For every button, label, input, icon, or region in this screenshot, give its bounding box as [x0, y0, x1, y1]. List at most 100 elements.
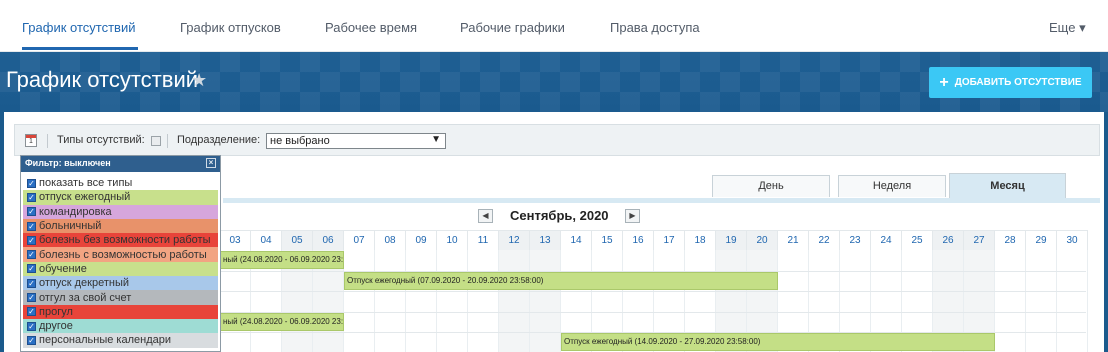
absence-type-label: больничный: [39, 220, 102, 233]
day-header[interactable]: 22: [809, 230, 840, 250]
day-column: [468, 250, 499, 352]
day-column: [499, 250, 530, 352]
absence-type-item[interactable]: ✓ больничный: [23, 218, 218, 234]
absence-type-label: прогул: [39, 305, 73, 318]
day-header[interactable]: 28: [995, 230, 1026, 250]
tab-week[interactable]: Неделя: [838, 175, 946, 197]
tab-work-schedules[interactable]: Рабочие графики: [460, 20, 565, 35]
filter-bar: 1 Типы отсутствий: Подразделение: не выб…: [14, 124, 1100, 156]
checkbox[interactable]: ✓: [27, 235, 36, 245]
day-header[interactable]: 05: [282, 230, 313, 250]
top-navigation: График отсутствий График отпусков Рабоче…: [0, 0, 1108, 52]
active-tab-underline: [22, 47, 138, 50]
filter-popup-header: Фильтр: выключен ×: [21, 156, 220, 172]
absence-type-item[interactable]: ✓ обучение: [23, 261, 218, 277]
absence-type-list: ✓ показать все типы ✓ отпуск ежегодный ✓ кома…: [21, 172, 220, 348]
absence-bar[interactable]: ный (24.08.2020 - 06.09.2020 23:58:00): [220, 251, 344, 269]
absence-type-item[interactable]: ✓ болезнь с возможностью работы: [23, 247, 218, 262]
absence-bar[interactable]: Отпуск ежегодный (14.09.2020 - 27.09.202…: [561, 333, 995, 351]
month-navigation: ◀ Сентябрь, 2020 ▶: [478, 208, 640, 225]
absence-bar[interactable]: ный (24.08.2020 - 06.09.2020 23:58:00): [220, 312, 344, 331]
absence-type-label: отгул за свой счет: [39, 291, 132, 304]
tab-absence-chart[interactable]: График отсутствий: [22, 20, 135, 35]
absence-type-item[interactable]: ✓ прогул: [23, 304, 218, 319]
add-absence-label: ДОБАВИТЬ ОТСУТСТВИЕ: [954, 77, 1082, 88]
absence-type-label: болезнь с возможностью работы: [39, 248, 207, 261]
star-icon[interactable]: ★: [191, 70, 207, 91]
checkbox[interactable]: ✓: [27, 307, 36, 317]
tab-work-time[interactable]: Рабочее время: [325, 20, 417, 35]
absence-type-item[interactable]: ✓ отпуск ежегодный: [23, 190, 218, 205]
day-header[interactable]: 23: [840, 230, 871, 250]
divider: [167, 134, 168, 148]
checkbox[interactable]: ✓: [27, 192, 36, 202]
day-column: [995, 250, 1026, 352]
day-header[interactable]: 06: [313, 230, 344, 250]
day-header[interactable]: 09: [406, 230, 437, 250]
checkbox[interactable]: ✓: [27, 250, 36, 260]
day-header[interactable]: 04: [251, 230, 282, 250]
day-header[interactable]: 27: [964, 230, 995, 250]
absence-type-item[interactable]: ✓ персональные календари: [23, 333, 218, 348]
chevron-down-icon: ▼: [431, 134, 441, 145]
absence-type-item[interactable]: ✓ другое: [23, 318, 218, 334]
absence-type-item[interactable]: ✓ показать все типы: [23, 176, 218, 191]
day-header[interactable]: 16: [623, 230, 654, 250]
day-header[interactable]: 21: [778, 230, 809, 250]
day-header[interactable]: 24: [871, 230, 902, 250]
department-label: Подразделение:: [177, 134, 261, 146]
tab-day[interactable]: День: [712, 175, 830, 197]
divider: [47, 134, 48, 148]
day-header[interactable]: 15: [592, 230, 623, 250]
day-header[interactable]: 29: [1026, 230, 1057, 250]
month-label: Сентябрь, 2020: [510, 208, 609, 223]
checkbox[interactable]: ✓: [27, 178, 36, 188]
absence-type-label: персональные календари: [39, 334, 172, 347]
absence-type-label: другое: [39, 320, 73, 333]
absence-type-item[interactable]: ✓ отгул за свой счет: [23, 290, 218, 305]
absence-type-label: отпуск декретный: [39, 277, 129, 290]
prev-month-icon[interactable]: ◀: [478, 209, 493, 223]
tab-access-rights[interactable]: Права доступа: [610, 20, 700, 35]
department-select[interactable]: не выбрано ▼: [266, 133, 446, 149]
checkbox[interactable]: ✓: [27, 321, 36, 331]
day-header[interactable]: 07: [344, 230, 375, 250]
day-header[interactable]: 19: [716, 230, 747, 250]
row-divider: [220, 311, 1086, 313]
absence-types-toggle[interactable]: [151, 136, 161, 146]
day-header[interactable]: 08: [375, 230, 406, 250]
day-header[interactable]: 10: [437, 230, 468, 250]
checkbox[interactable]: ✓: [27, 335, 36, 345]
day-column: [406, 250, 437, 352]
absence-type-item[interactable]: ✓ отпуск декретный: [23, 276, 218, 291]
close-icon[interactable]: ×: [206, 158, 216, 168]
absence-bar[interactable]: Отпуск ежегодный (07.09.2020 - 20.09.202…: [344, 271, 778, 290]
day-header[interactable]: 17: [654, 230, 685, 250]
checkbox[interactable]: ✓: [27, 207, 36, 217]
day-header[interactable]: 20: [747, 230, 778, 250]
day-header[interactable]: 14: [561, 230, 592, 250]
day-header[interactable]: 12: [499, 230, 530, 250]
add-absence-button[interactable]: + ДОБАВИТЬ ОТСУТСТВИЕ: [929, 67, 1092, 98]
day-header[interactable]: 26: [933, 230, 964, 250]
day-column: [1057, 250, 1088, 352]
absence-type-item[interactable]: ✓ командировка: [23, 204, 218, 219]
tab-month[interactable]: Месяц: [949, 173, 1066, 198]
absence-type-label: показать все типы: [39, 177, 133, 190]
checkbox[interactable]: ✓: [27, 221, 36, 231]
day-header[interactable]: 18: [685, 230, 716, 250]
day-header[interactable]: 30: [1057, 230, 1088, 250]
checkbox[interactable]: ✓: [27, 278, 36, 288]
more-menu[interactable]: Еще ▾: [1049, 20, 1086, 36]
next-month-icon[interactable]: ▶: [625, 209, 640, 223]
absence-type-item[interactable]: ✓ болезнь без возможности работы: [23, 233, 218, 248]
day-header[interactable]: 11: [468, 230, 499, 250]
checkbox[interactable]: ✓: [27, 293, 36, 303]
day-column: [375, 250, 406, 352]
tab-vacation-chart[interactable]: График отпусков: [180, 20, 281, 35]
day-header[interactable]: 25: [902, 230, 933, 250]
calendar-icon[interactable]: 1: [25, 134, 37, 147]
day-header[interactable]: 13: [530, 230, 561, 250]
day-header[interactable]: 03: [220, 230, 251, 250]
checkbox[interactable]: ✓: [27, 264, 36, 274]
